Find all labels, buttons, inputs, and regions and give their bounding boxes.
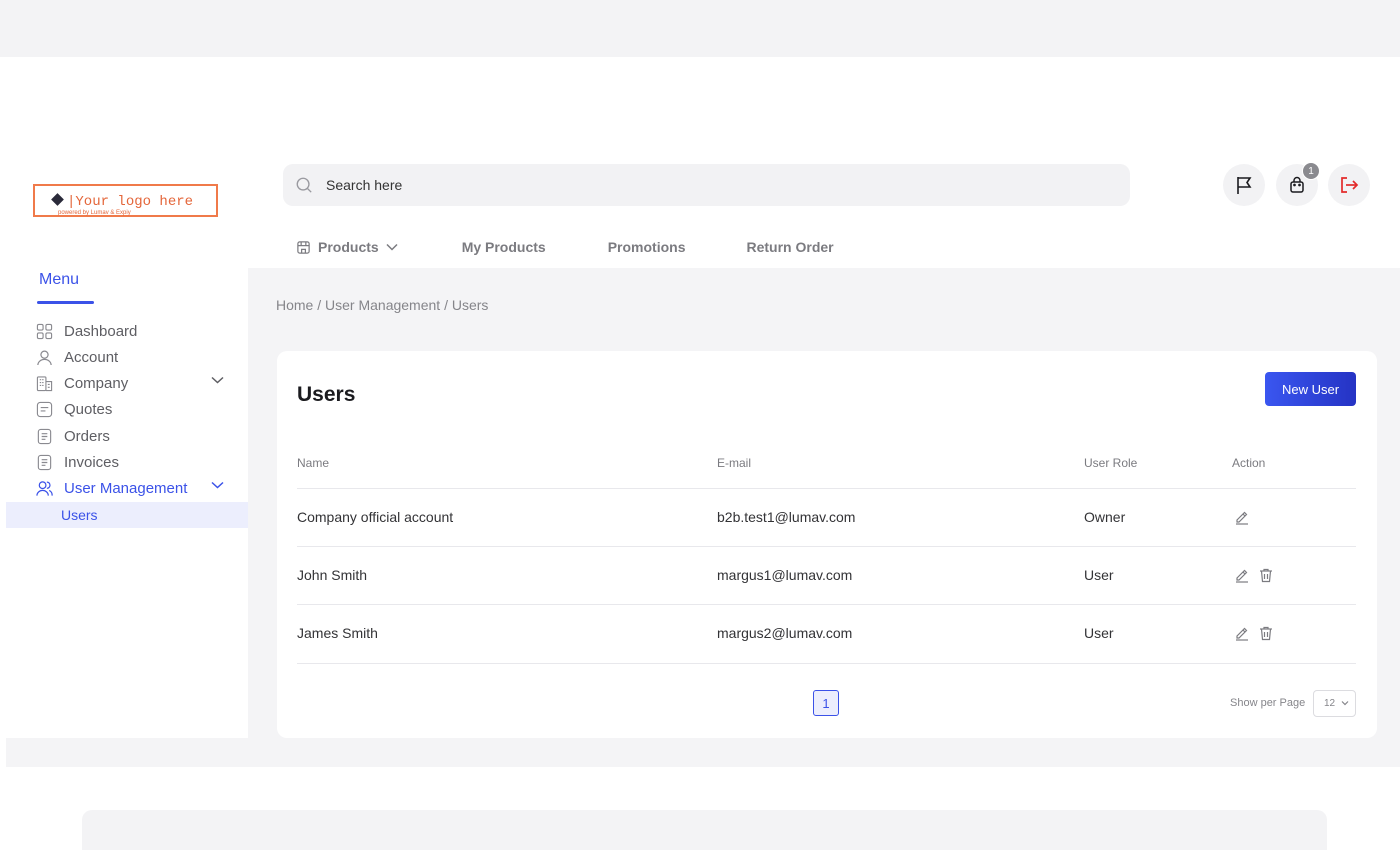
store-icon	[297, 240, 310, 254]
sidebar-item-invoices[interactable]: Invoices	[36, 451, 226, 473]
trash-icon[interactable]	[1258, 625, 1274, 641]
sidebar-item-company[interactable]: Company	[36, 372, 226, 394]
cell-role: User	[1084, 625, 1114, 641]
column-header-email: E-mail	[717, 456, 752, 470]
sidebar-item-dashboard[interactable]: Dashboard	[36, 320, 226, 342]
row-divider	[297, 546, 1356, 547]
search-bar[interactable]	[283, 164, 1130, 206]
row-divider	[297, 663, 1356, 664]
quote-icon	[36, 401, 53, 417]
sidebar-subitem-label: Users	[61, 507, 98, 523]
new-user-button[interactable]: New User	[1265, 372, 1356, 406]
search-input[interactable]	[326, 177, 1086, 193]
row-divider	[297, 604, 1356, 605]
cart-button[interactable]: 1	[1276, 162, 1320, 206]
per-page-select[interactable]: 12	[1313, 690, 1356, 717]
nav-promotions[interactable]: Promotions	[608, 239, 686, 255]
search-icon	[296, 177, 312, 193]
cell-name: James Smith	[297, 625, 378, 641]
sidebar-item-label: Orders	[64, 427, 110, 445]
cart-count-badge: 1	[1302, 162, 1320, 180]
trash-icon[interactable]	[1258, 567, 1274, 583]
flag-icon	[1237, 177, 1252, 194]
page-title: Users	[297, 383, 356, 406]
column-header-action: Action	[1232, 456, 1266, 470]
sidebar-item-label: Account	[64, 348, 119, 366]
logout-icon	[1341, 177, 1359, 193]
sidebar-item-label: User Management	[64, 479, 188, 497]
cell-role: User	[1084, 567, 1114, 583]
cell-role: Owner	[1084, 509, 1126, 525]
column-header-role: User Role	[1084, 456, 1138, 470]
invoice-icon	[37, 454, 52, 470]
flag-button[interactable]	[1223, 164, 1265, 206]
menu-tab[interactable]: Menu	[39, 271, 79, 289]
nav-my-products[interactable]: My Products	[462, 239, 546, 255]
sidebar-item-orders[interactable]: Orders	[36, 425, 226, 447]
per-page-label: Show per Page	[1230, 697, 1306, 709]
logout-button[interactable]	[1328, 164, 1370, 206]
shopping-bag-icon	[1290, 176, 1304, 193]
sidebar-item-label: Quotes	[64, 400, 113, 418]
nav-products[interactable]: Products	[296, 239, 398, 255]
chevron-down-icon[interactable]	[211, 481, 224, 489]
users-icon	[36, 480, 53, 496]
cell-name: John Smith	[297, 567, 368, 583]
per-page-value: 12	[1324, 698, 1336, 709]
nav-return-order[interactable]: Return Order	[746, 239, 833, 255]
sidebar-item-label: Invoices	[64, 453, 120, 471]
edit-icon[interactable]	[1234, 625, 1250, 641]
cell-name: Company official account	[297, 509, 454, 525]
sidebar-item-label: Dashboard	[64, 322, 138, 340]
building-icon	[36, 375, 53, 391]
menu-tab-underline	[37, 301, 94, 304]
pagination-page[interactable]: 1	[813, 690, 839, 716]
cell-email: margus1@lumav.com	[717, 567, 853, 583]
breadcrumb[interactable]: Home / User Management / Users	[276, 297, 488, 313]
sidebar-item-user-management[interactable]: User Management	[36, 477, 226, 499]
column-header-name: Name	[297, 456, 330, 470]
sidebar-subitem-users[interactable]: Users	[6, 502, 248, 528]
edit-icon[interactable]	[1234, 509, 1250, 525]
sidebar-item-label: Company	[64, 374, 129, 392]
grid-icon	[36, 323, 53, 339]
cell-email: margus2@lumav.com	[717, 625, 853, 641]
footer-panel	[82, 810, 1327, 850]
sidebar-item-quotes[interactable]: Quotes	[36, 398, 226, 420]
row-divider	[297, 488, 1356, 489]
main-area-bottom	[6, 738, 1400, 767]
chevron-down-icon	[386, 243, 398, 251]
users-card: Users New User Name E-mail User Role Act…	[277, 351, 1377, 738]
logo[interactable]: |Your logo here powered by Lumav & Expiy	[33, 184, 218, 217]
document-icon	[37, 428, 52, 444]
top-navigation: Products My Products Promotions Return O…	[296, 236, 834, 258]
user-icon	[37, 349, 52, 365]
logo-text: |Your logo here	[67, 194, 194, 210]
logo-diamond-icon	[51, 193, 64, 206]
sidebar-item-account[interactable]: Account	[36, 346, 226, 368]
chevron-down-icon	[1341, 701, 1349, 706]
chevron-down-icon[interactable]	[211, 376, 224, 384]
nav-products-label: Products	[318, 239, 379, 255]
edit-icon[interactable]	[1234, 567, 1250, 583]
logo-subtitle: powered by Lumav & Expiy	[58, 210, 131, 216]
top-strip	[0, 0, 1400, 57]
cell-email: b2b.test1@lumav.com	[717, 509, 856, 525]
